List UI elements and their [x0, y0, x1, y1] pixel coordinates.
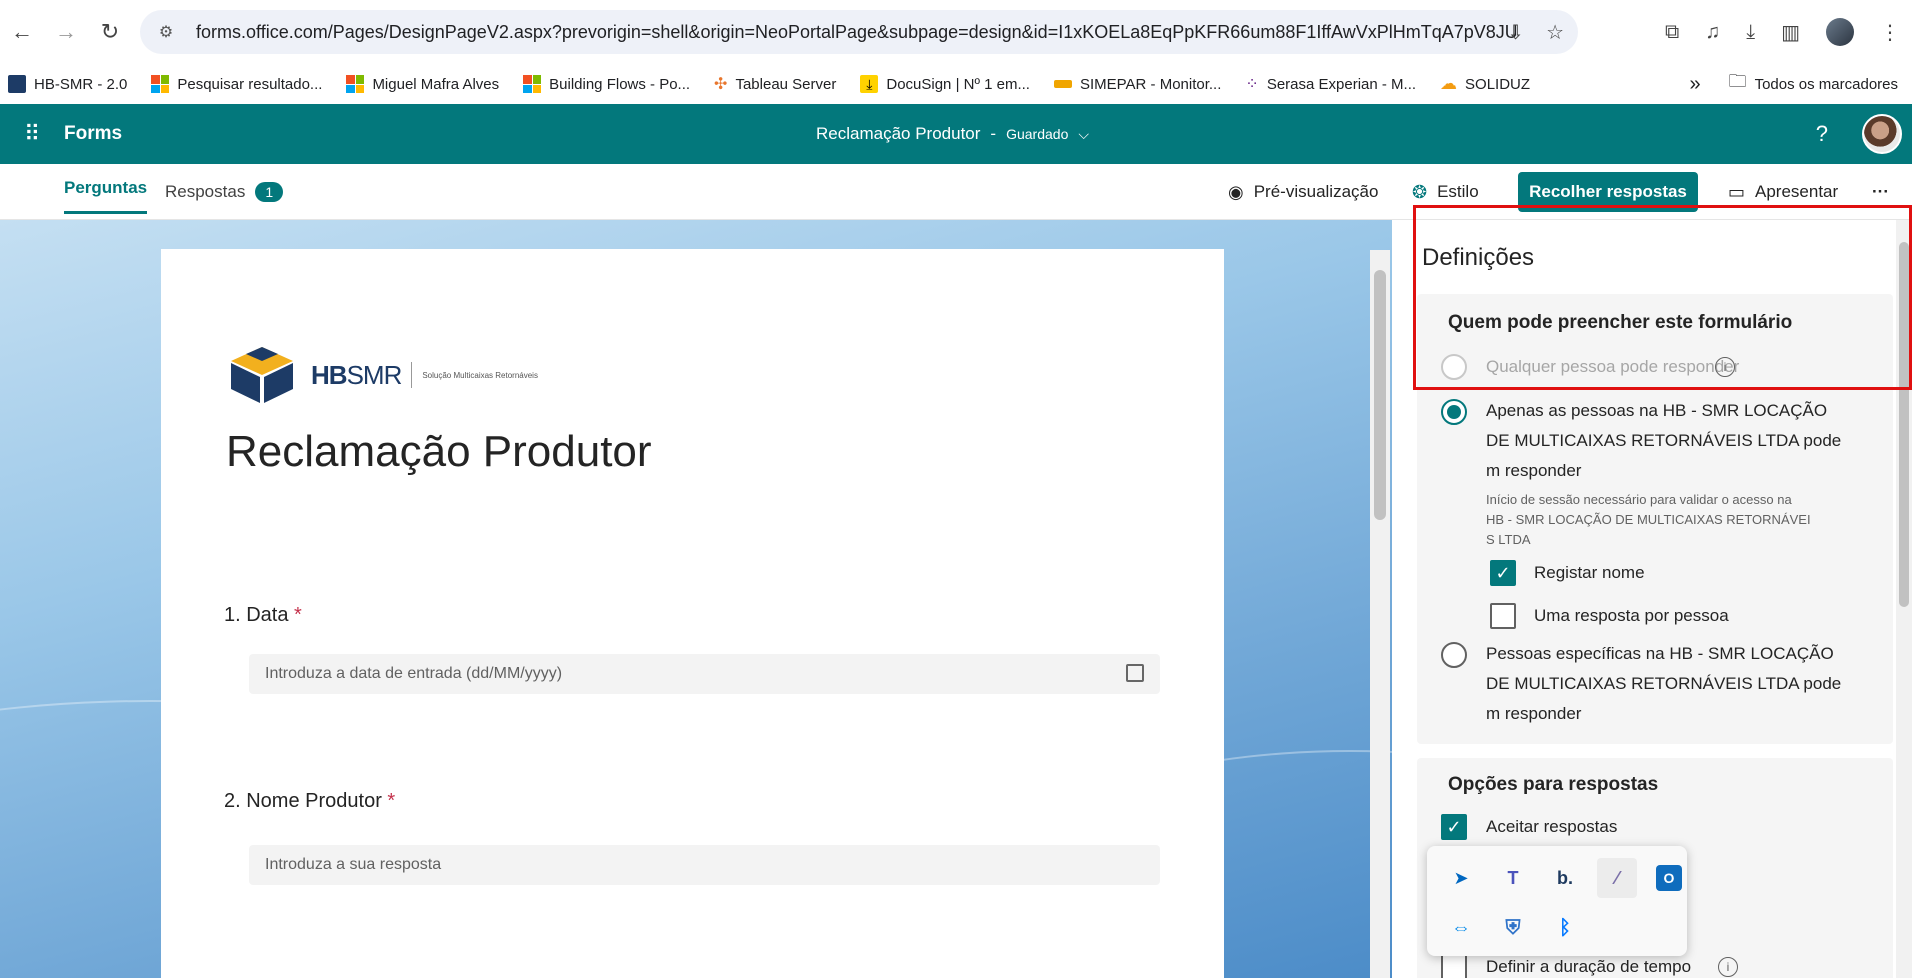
bookmarks-bar: HB-SMR - 2.0 Pesquisar resultado... Migu… — [0, 64, 1912, 104]
forms-header: ⠿ Forms Reclamação Produtor - Guardado ⌵… — [0, 104, 1912, 164]
serasa-icon: ⁘ — [1245, 76, 1259, 93]
bookmark-item[interactable]: ☁ SOLIDUZ — [1440, 74, 1530, 94]
bookmark-item[interactable]: ⤓ DocuSign | Nº 1 em... — [860, 75, 1030, 93]
palette-icon: ❂ — [1412, 181, 1428, 202]
bookmark-item[interactable]: ⁘ Serasa Experian - M... — [1245, 74, 1416, 94]
form-canvas: HBSMR Solução Multicaixas Retornáveis Re… — [0, 220, 1392, 978]
logo-divider — [411, 362, 413, 388]
bookmark-item[interactable]: Building Flows - Po... — [523, 75, 690, 93]
system-tray-popup: ➤ T b. ⁄ O ⇔ ⛨ ᛒ — [1427, 846, 1687, 956]
remote-desktop-icon[interactable]: ➤ — [1441, 858, 1481, 898]
preview-button[interactable]: ◉ Pré-visualização — [1228, 164, 1378, 220]
question-2-label[interactable]: 2. Nome Produtor * — [224, 790, 395, 813]
responses-count-badge: 1 — [255, 182, 284, 202]
microsoft-icon — [151, 75, 170, 93]
tab-responses[interactable]: Respostas 1 — [165, 164, 284, 220]
accept-responses-checkbox[interactable]: ✓ — [1441, 814, 1467, 840]
info-icon[interactable]: i — [1718, 957, 1738, 977]
canvas-scrollbar[interactable] — [1370, 250, 1390, 978]
response-options-title: Opções para respostas — [1448, 774, 1659, 795]
bluetooth-icon[interactable]: ᛒ — [1545, 908, 1585, 948]
set-duration-checkbox[interactable] — [1441, 954, 1467, 978]
media-controls-icon[interactable]: ♫ — [1705, 21, 1720, 44]
forward-icon[interactable]: → — [44, 10, 88, 54]
one-response-checkbox[interactable] — [1490, 603, 1516, 629]
save-status: Guardado — [1006, 126, 1069, 142]
specific-people-label: Pessoas específicas na HB - SMR LOCAÇÃO … — [1486, 644, 1842, 723]
org-only-radio[interactable] — [1441, 399, 1467, 425]
security-shield-icon[interactable]: ⛨ — [1493, 908, 1533, 948]
microsoft-icon — [523, 75, 542, 93]
more-bookmarks-icon[interactable]: » — [1689, 73, 1700, 96]
logo-smr: SMR — [346, 359, 403, 390]
doc-title: Reclamação Produtor — [816, 124, 981, 143]
back-icon[interactable]: ← — [0, 10, 44, 54]
tableau-icon: ✣ — [714, 76, 728, 93]
feather-icon[interactable]: ⁄ — [1597, 858, 1637, 898]
outlook-icon[interactable]: O — [1656, 865, 1682, 891]
bookmark-item[interactable]: Miguel Mafra Alves — [346, 75, 499, 93]
calendar-icon[interactable] — [1126, 664, 1144, 682]
logo-hb: HB — [311, 359, 348, 390]
help-icon[interactable]: ? — [1816, 121, 1828, 147]
teams-classic-icon[interactable]: T — [1493, 858, 1533, 898]
logo-subtitle: Solução Multicaixas Retornáveis — [422, 370, 538, 380]
folder-icon: 🗀 — [1728, 71, 1747, 91]
scrollbar-thumb[interactable] — [1374, 270, 1386, 520]
user-avatar[interactable] — [1862, 114, 1902, 154]
question-1-label[interactable]: 1. Data * — [224, 604, 302, 627]
date-input[interactable]: Introduza a data de entrada (dd/MM/yyyy) — [249, 654, 1160, 694]
docusign-icon: ⤓ — [860, 75, 879, 93]
site-settings-icon[interactable]: ⚙ — [154, 20, 178, 44]
browser-profile-avatar[interactable] — [1826, 18, 1854, 46]
extensions-icon[interactable]: ⧉ — [1665, 21, 1679, 44]
microsoft-icon — [346, 75, 365, 93]
monitor-icon: ▭ — [1728, 181, 1746, 202]
bookmark-item[interactable]: SIMEPAR - Monitor... — [1053, 76, 1221, 93]
app-launcher-icon[interactable]: ⠿ — [0, 104, 64, 164]
form-title[interactable]: Reclamação Produtor — [226, 427, 652, 477]
required-marker: * — [387, 790, 396, 812]
form-card: HBSMR Solução Multicaixas Retornáveis Re… — [161, 249, 1224, 978]
highlight-box — [1413, 205, 1912, 390]
eye-icon: ◉ — [1228, 181, 1244, 202]
url-text[interactable]: forms.office.com/Pages/DesignPageV2.aspx… — [196, 22, 1516, 43]
doc-title-area[interactable]: Reclamação Produtor - Guardado ⌵ — [816, 104, 1089, 164]
side-panel-icon[interactable]: ▥ — [1781, 20, 1800, 45]
accept-responses-label: Aceitar respostas — [1486, 817, 1618, 836]
org-only-hint: Início de sessão necessário para validar… — [1486, 492, 1811, 547]
chevron-down-icon: ⌵ — [1078, 125, 1089, 142]
specific-people-radio[interactable] — [1441, 642, 1467, 668]
register-name-checkbox[interactable]: ✓ — [1490, 560, 1516, 586]
bookmark-star-icon[interactable]: ☆ — [1546, 20, 1564, 45]
address-bar[interactable]: ⚙ forms.office.com/Pages/DesignPageV2.as… — [140, 10, 1578, 54]
cube-logo-icon — [227, 345, 297, 405]
downloads-icon[interactable]: ⤓ — [1746, 21, 1755, 44]
company-logo: HBSMR Solução Multicaixas Retornáveis — [227, 345, 538, 405]
simepar-icon — [1053, 80, 1072, 88]
app-name[interactable]: Forms — [64, 123, 122, 145]
teamviewer-icon[interactable]: ⇔ — [1441, 908, 1481, 948]
bookmark-item[interactable]: ✣ Tableau Server — [714, 74, 836, 94]
producer-name-input[interactable]: Introduza a sua resposta — [249, 845, 1160, 885]
tab-questions[interactable]: Perguntas — [64, 164, 148, 214]
bookmark-item[interactable]: HB-SMR - 2.0 — [8, 75, 127, 93]
org-only-label: Apenas as pessoas na HB - SMR LOCAÇÃO DE… — [1486, 401, 1842, 480]
cloud-icon: ☁ — [1440, 74, 1458, 93]
all-bookmarks-folder[interactable]: 🗀 Todos os marcadores — [1729, 69, 1898, 99]
register-name-label: Registar nome — [1534, 563, 1645, 582]
required-marker: * — [294, 604, 302, 626]
bitwarden-icon[interactable]: b. — [1545, 858, 1585, 898]
install-app-icon[interactable]: ⇩ — [1507, 20, 1524, 45]
reload-icon[interactable]: ↻ — [88, 10, 132, 54]
hbsmr-icon — [8, 75, 26, 93]
bookmark-item[interactable]: Pesquisar resultado... — [151, 75, 322, 93]
browser-menu-icon[interactable]: ⋮ — [1880, 20, 1900, 45]
one-response-label: Uma resposta por pessoa — [1534, 606, 1729, 625]
